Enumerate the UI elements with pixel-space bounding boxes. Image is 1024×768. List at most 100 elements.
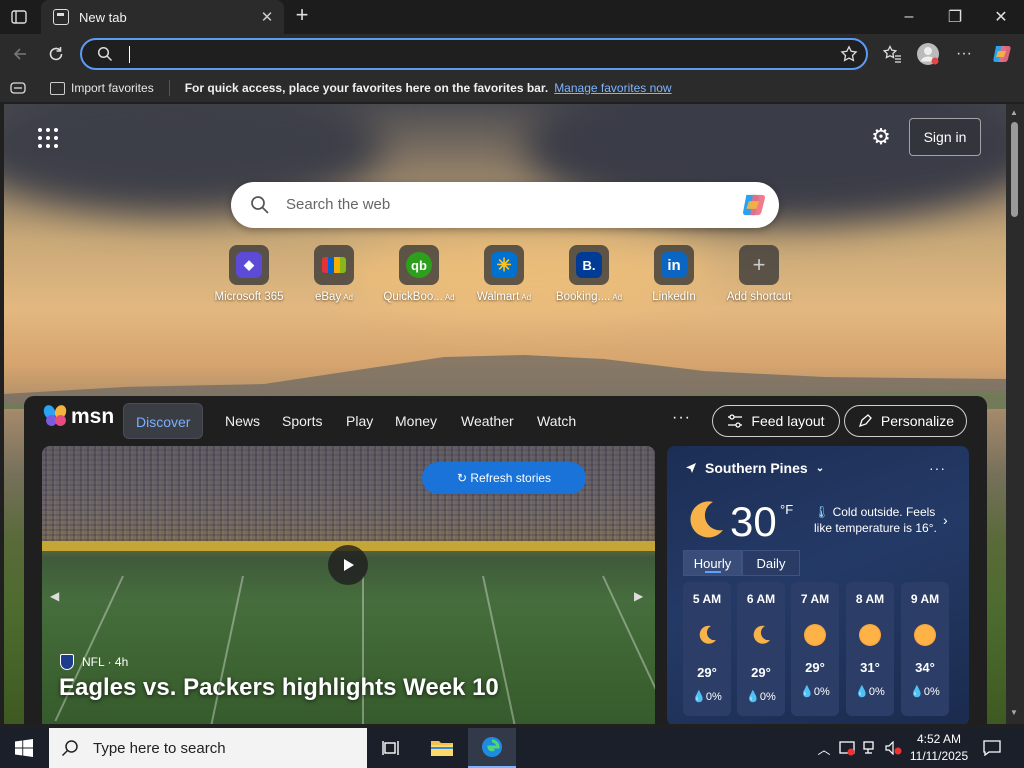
import-favorites-button[interactable]: Import favorites (50, 81, 154, 95)
next-story-icon[interactable]: ▶ (634, 589, 643, 603)
page-scrollbar[interactable]: ▲ ▼ (1006, 104, 1024, 724)
hourly-forecast-item: 9 AM 34° 💧0% (901, 582, 949, 716)
personalize-button[interactable]: Personalize (844, 405, 967, 437)
booking-icon: B. (576, 252, 602, 278)
more-tabs-button[interactable]: ··· (672, 409, 691, 427)
file-explorer-icon[interactable] (418, 728, 466, 768)
chevron-right-icon[interactable]: › (943, 512, 948, 528)
close-window-button[interactable]: ✕ (978, 0, 1024, 34)
shortcut-label: Walmart (476, 291, 520, 303)
tab-new-tab[interactable]: New tab ✕ (41, 0, 284, 34)
shortcut-booking[interactable]: B. Booking.... Ad (547, 245, 631, 303)
scrollbar-thumb[interactable] (1011, 122, 1018, 217)
forecast-temperature: 29° (697, 665, 717, 680)
ad-badge: Ad (343, 293, 353, 302)
tab-discover[interactable]: Discover (123, 403, 204, 439)
tab-sports[interactable]: Sports (282, 403, 322, 439)
favorite-star-icon[interactable] (840, 45, 858, 63)
tab-hourly[interactable]: Hourly (683, 550, 742, 576)
tab-daily[interactable]: Daily (742, 550, 800, 576)
sign-in-button[interactable]: Sign in (909, 118, 981, 156)
moon-icon (699, 625, 716, 644)
settings-more-icon[interactable]: ··· (952, 42, 976, 66)
add-shortcut-button[interactable]: + Add shortcut (717, 245, 801, 303)
tab-money[interactable]: Money (395, 403, 437, 439)
forecast-precipitation: 💧0% (855, 686, 885, 698)
tab-title: New tab (79, 9, 127, 25)
story-source-label: NFL · 4h (82, 655, 129, 669)
volume-muted-icon[interactable] (884, 738, 904, 758)
web-search-placeholder: Search the web (286, 196, 391, 213)
hourly-forecast-item: 5 AM 29° 💧0% (683, 582, 731, 716)
tab-watch[interactable]: Watch (537, 403, 576, 439)
msn-logo[interactable]: msn (41, 403, 114, 429)
web-search-box[interactable]: Search the web (231, 182, 779, 228)
security-icon[interactable] (837, 738, 857, 758)
address-bar[interactable] (80, 38, 868, 70)
hide-favorites-bar-icon[interactable] (10, 81, 26, 95)
system-clock[interactable]: 4:52 AM 11/11/2025 (904, 731, 974, 765)
scroll-down-icon[interactable]: ▼ (1010, 708, 1018, 717)
new-tab-button[interactable]: + (290, 4, 314, 28)
nfl-logo-icon (60, 654, 74, 670)
weather-more-button[interactable]: ··· (929, 460, 946, 476)
story-headline[interactable]: Eagles vs. Packers highlights Week 10 (59, 674, 499, 702)
tab-news[interactable]: News (225, 403, 260, 439)
toolbar: ··· (0, 34, 1024, 74)
refresh-icon[interactable] (44, 42, 68, 66)
notifications-icon[interactable] (982, 738, 1002, 758)
chevron-down-icon: ⌄ (815, 462, 825, 474)
import-favorites-label: Import favorites (71, 81, 154, 95)
story-source: NFL · 4h (60, 654, 128, 670)
favorites-icon[interactable] (880, 42, 904, 66)
shortcut-label: Booking.... (555, 291, 611, 303)
profile-avatar[interactable] (916, 42, 940, 66)
thermometer-icon: 🌡 (814, 505, 830, 519)
sparkle-pen-icon (858, 414, 872, 428)
sliders-icon (728, 414, 743, 428)
clock-time: 4:52 AM (916, 732, 962, 746)
tab-play[interactable]: Play (346, 403, 373, 439)
weather-card[interactable]: Southern Pines ⌄ ··· 30 °F 🌡 Cold outsid… (667, 446, 969, 724)
refresh-stories-button[interactable]: ↻ Refresh stories (422, 462, 586, 494)
play-video-button[interactable] (328, 545, 368, 585)
shortcut-microsoft-365[interactable]: ◆ Microsoft 365 (207, 245, 291, 303)
field-line (602, 575, 655, 722)
shortcut-ebay[interactable]: eBay Ad (292, 245, 376, 303)
copilot-icon[interactable] (739, 191, 769, 219)
app-launcher-icon[interactable] (38, 128, 58, 148)
shortcut-label: LinkedIn (652, 291, 696, 303)
minimize-button[interactable]: – (886, 0, 932, 34)
back-icon[interactable] (8, 42, 32, 66)
weather-location[interactable]: Southern Pines ⌄ (685, 460, 824, 476)
previous-story-icon[interactable]: ◀ (50, 589, 59, 603)
tab-weather[interactable]: Weather (461, 403, 514, 439)
new-tab-icon (53, 9, 69, 25)
forecast-time: 9 AM (910, 592, 940, 606)
feed-layout-button[interactable]: Feed layout (712, 405, 840, 437)
search-icon (97, 46, 113, 62)
network-icon[interactable] (861, 738, 881, 758)
scroll-up-icon[interactable]: ▲ (1010, 108, 1018, 117)
tab-actions-icon[interactable] (8, 7, 30, 27)
taskbar-search-box[interactable]: Type here to search (49, 728, 367, 768)
play-icon (344, 559, 354, 571)
hero-story-card[interactable]: ↻ Refresh stories ◀ ▶ NFL · 4h Eagles vs… (42, 446, 655, 724)
restore-button[interactable]: ❐ (932, 0, 978, 34)
copilot-icon[interactable] (990, 42, 1014, 66)
manage-favorites-link[interactable]: Manage favorites now (554, 81, 671, 95)
weather-location-label: Southern Pines (705, 460, 808, 476)
page-settings-icon[interactable]: ⚙ (868, 124, 894, 150)
shortcut-walmart[interactable]: ✳ Walmart Ad (462, 245, 546, 303)
start-button[interactable] (0, 728, 48, 768)
linkedin-icon: in (661, 252, 687, 278)
task-view-icon[interactable] (368, 728, 416, 768)
edge-browser-icon[interactable] (468, 728, 516, 768)
shortcut-label: QuickBoo... (383, 291, 443, 303)
shortcut-quickbooks[interactable]: qb QuickBoo... Ad (377, 245, 461, 303)
show-hidden-icons[interactable]: ︿ (814, 738, 834, 758)
shortcut-linkedin[interactable]: in LinkedIn (632, 245, 716, 303)
tab-close-button[interactable]: ✕ (258, 8, 276, 26)
sun-icon (859, 624, 881, 646)
forecast-temperature: 29° (805, 660, 825, 675)
